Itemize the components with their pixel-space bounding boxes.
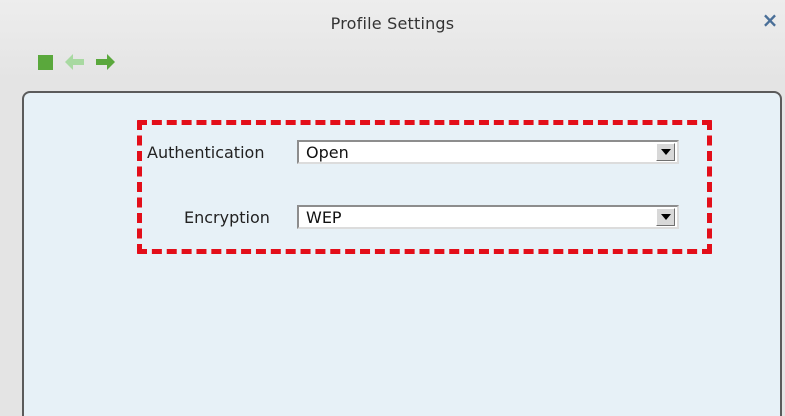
stop-button[interactable] bbox=[35, 54, 55, 70]
forward-arrow-icon bbox=[96, 54, 115, 70]
encryption-select[interactable]: WEP bbox=[297, 205, 679, 229]
chevron-down-icon bbox=[660, 149, 671, 155]
stop-icon bbox=[37, 54, 53, 70]
authentication-value: Open bbox=[306, 142, 349, 162]
chevron-down-icon bbox=[660, 214, 671, 220]
authentication-label: Authentication bbox=[147, 142, 265, 162]
encryption-row: Encryption bbox=[184, 205, 270, 229]
encryption-dropdown-button[interactable] bbox=[656, 208, 675, 226]
close-icon[interactable]: × bbox=[760, 10, 780, 30]
authentication-dropdown-button[interactable] bbox=[656, 143, 675, 161]
profile-settings-window: Profile Settings × Authentication Open E… bbox=[0, 0, 785, 416]
window-title: Profile Settings bbox=[330, 14, 455, 33]
toolbar bbox=[35, 54, 115, 70]
encryption-label: Encryption bbox=[184, 207, 270, 227]
authentication-row: Authentication bbox=[147, 140, 264, 164]
authentication-select[interactable]: Open bbox=[297, 140, 679, 164]
forward-button[interactable] bbox=[95, 54, 115, 70]
back-button[interactable] bbox=[65, 54, 85, 70]
encryption-value: WEP bbox=[306, 207, 342, 227]
back-arrow-icon bbox=[65, 54, 84, 70]
